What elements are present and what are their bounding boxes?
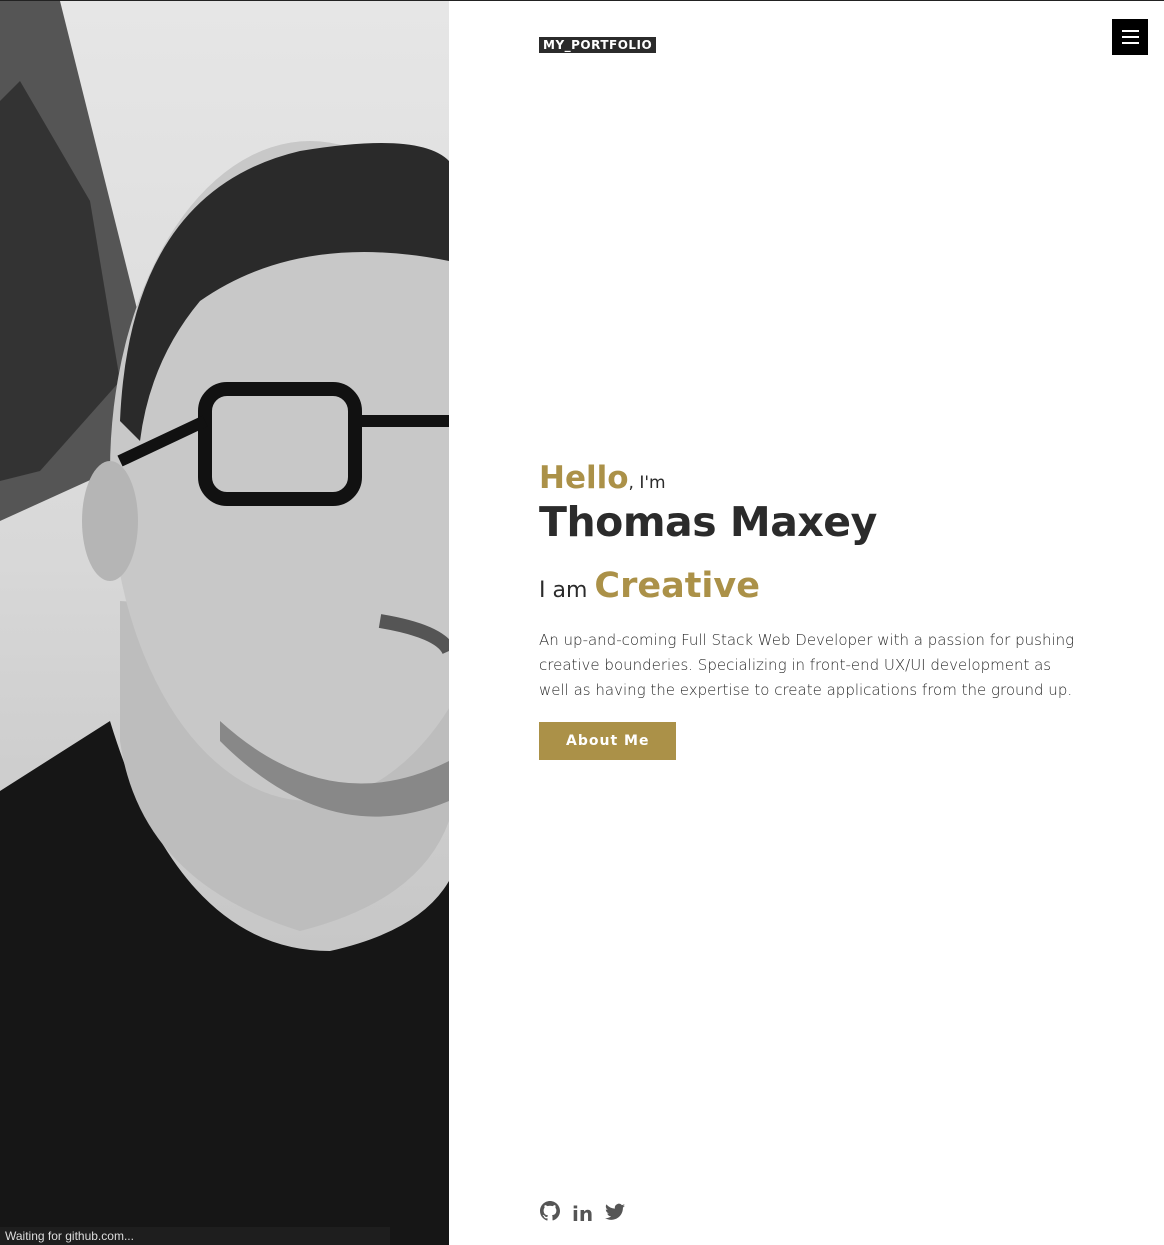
im-text: , I'm bbox=[628, 473, 666, 493]
i-am-text: I am bbox=[539, 578, 595, 603]
role-text: Creative bbox=[594, 566, 760, 606]
menu-button[interactable] bbox=[1112, 19, 1148, 55]
hamburger-icon bbox=[1121, 30, 1139, 32]
profile-photo bbox=[0, 1, 449, 1245]
role-line: I am Creative bbox=[539, 566, 1099, 606]
hero-section: Hello, I'm Thomas Maxey I am Creative An… bbox=[539, 460, 1099, 760]
hello-text: Hello bbox=[539, 460, 629, 496]
hamburger-icon-line bbox=[1121, 42, 1139, 44]
github-icon[interactable] bbox=[540, 1201, 560, 1226]
twitter-icon[interactable] bbox=[605, 1202, 626, 1226]
hero-description: An up-and-coming Full Stack Web Develope… bbox=[539, 631, 1075, 699]
hero-name: Thomas Maxey bbox=[539, 498, 877, 546]
greeting: Hello, I'm bbox=[539, 460, 1099, 496]
browser-status-bar: Waiting for github.com... bbox=[0, 1227, 390, 1245]
site-logo[interactable]: MY_PORTFOLIO bbox=[539, 37, 657, 53]
about-me-button[interactable]: About Me bbox=[539, 722, 677, 760]
hamburger-icon-line bbox=[1121, 36, 1139, 38]
linkedin-icon[interactable]: in bbox=[572, 1202, 593, 1226]
social-links: in bbox=[540, 1201, 626, 1226]
